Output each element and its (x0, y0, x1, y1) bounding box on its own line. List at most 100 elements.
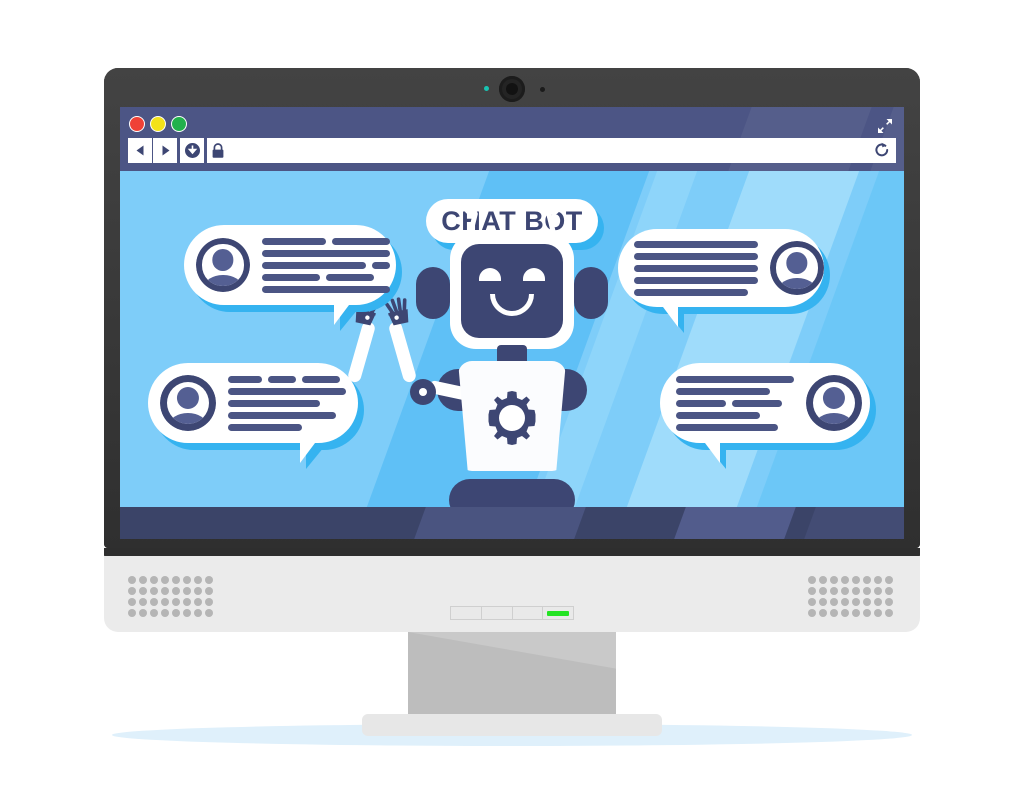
speaker-dot (852, 609, 860, 617)
speaker-dot (819, 587, 827, 595)
address-input[interactable] (207, 138, 896, 163)
chat-bubble-bottom-left[interactable] (148, 363, 364, 469)
avatar (196, 238, 250, 292)
control-segment-1[interactable] (451, 607, 482, 619)
speaker-dot (874, 576, 882, 584)
monitor-chin (104, 556, 920, 632)
speaker-dot (161, 587, 169, 595)
maximize-button[interactable] (171, 116, 187, 132)
forward-button[interactable] (153, 138, 177, 163)
speaker-dot (874, 598, 882, 606)
speaker-dot (841, 598, 849, 606)
address-bar-row (128, 138, 896, 163)
avatar-head (822, 386, 846, 409)
message-line (676, 411, 794, 419)
minimize-button[interactable] (150, 116, 166, 132)
desktop-monitor: CHAT BOT (0, 0, 1024, 804)
message-line (228, 387, 346, 395)
chat-bubble-top-right[interactable] (618, 229, 830, 333)
speaker-dot (128, 587, 136, 595)
avatar-inner (776, 247, 818, 289)
text-bar (326, 273, 374, 281)
text-bar (634, 276, 758, 284)
speaker-dot (194, 609, 202, 617)
expand-arrows-icon[interactable] (876, 117, 894, 135)
speaker-dot (808, 576, 816, 584)
control-segment-4[interactable] (543, 607, 573, 619)
robot-antenna-left-ball (464, 201, 478, 215)
speaker-dot (161, 609, 169, 617)
control-segment-3[interactable] (512, 607, 544, 619)
speaker-dot (885, 609, 893, 617)
avatar-head (786, 252, 808, 274)
message-line (262, 261, 390, 269)
speaker-dot (150, 609, 158, 617)
avatar-shoulders (168, 413, 208, 425)
message-line (262, 237, 390, 245)
message-line (262, 273, 390, 281)
avatar-head (212, 249, 234, 271)
speaker-dot (172, 598, 180, 606)
control-strip[interactable] (450, 606, 574, 620)
bubble-tail (334, 301, 352, 325)
speaker-dot (205, 576, 213, 584)
speaker-dot (194, 598, 202, 606)
text-bar (268, 375, 296, 383)
message-line (634, 240, 758, 248)
close-button[interactable] (129, 116, 145, 132)
chat-bubble-top-left[interactable] (184, 225, 402, 331)
robot-ear-right (574, 267, 608, 319)
text-bar (634, 252, 758, 260)
text-bar (302, 375, 340, 383)
text-bar (228, 411, 336, 419)
avatar (806, 375, 862, 431)
text-bar (676, 387, 770, 395)
text-bar (262, 285, 390, 293)
speaker-dot (194, 576, 202, 584)
message-line (262, 285, 390, 293)
text-bar (262, 237, 326, 245)
download-button[interactable] (180, 138, 204, 163)
speaker-dot (183, 609, 191, 617)
speaker-dot (863, 587, 871, 595)
strip-band (414, 507, 586, 539)
avatar-shoulders (814, 413, 854, 425)
back-button[interactable] (128, 138, 152, 163)
speaker-dot (194, 587, 202, 595)
robot-smile (490, 294, 534, 316)
robot-elbow-dot-left (419, 388, 427, 396)
bubble-body (660, 363, 870, 443)
speaker-dot (863, 609, 871, 617)
speaker-dot (183, 576, 191, 584)
speaker-dot (885, 598, 893, 606)
speaker-dot (808, 609, 816, 617)
bubble-body (184, 225, 396, 305)
robot-eye-right (523, 268, 545, 281)
speaker-dot (205, 587, 213, 595)
text-bar (228, 387, 346, 395)
speaker-dot (852, 576, 860, 584)
page-content: CHAT BOT (120, 171, 904, 539)
speaker-dot (830, 587, 838, 595)
text-bar (634, 264, 758, 272)
browser-chrome (120, 107, 904, 171)
text-bar (228, 375, 262, 383)
text-bar (676, 375, 794, 383)
speaker-dot (852, 587, 860, 595)
power-led-indicator (547, 610, 570, 616)
control-segment-2[interactable] (481, 607, 513, 619)
speaker-dot (172, 609, 180, 617)
speaker-dot (819, 598, 827, 606)
text-bar (372, 261, 390, 269)
speaker-dot (150, 576, 158, 584)
bubble-body (618, 229, 824, 307)
avatar-inner (812, 381, 856, 425)
speaker-dot (874, 587, 882, 595)
chat-bubble-bottom-right[interactable] (660, 363, 876, 469)
message-lines (634, 240, 758, 296)
message-line (634, 264, 758, 272)
text-bar (262, 273, 320, 281)
speaker-dot (172, 576, 180, 584)
speaker-dot (830, 609, 838, 617)
reload-button[interactable] (873, 141, 891, 159)
